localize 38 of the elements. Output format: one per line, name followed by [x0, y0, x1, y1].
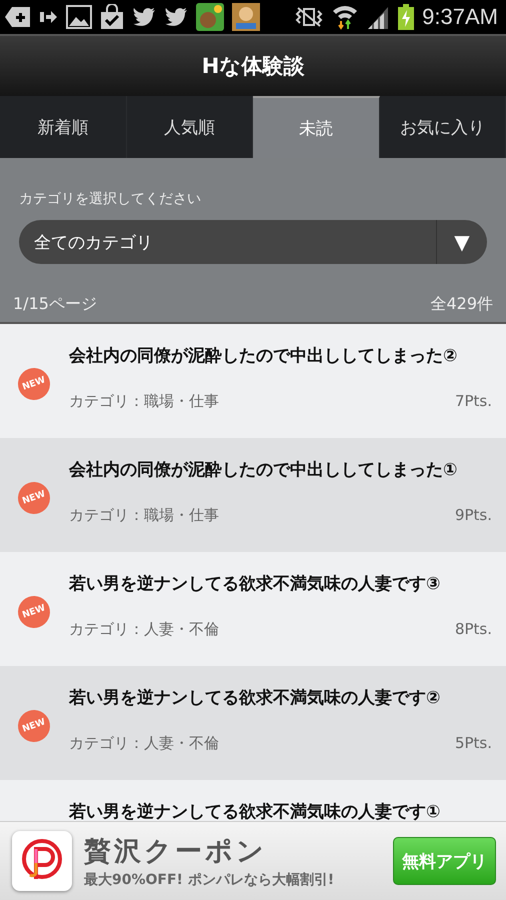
vibrate-mute-icon: [294, 6, 324, 28]
story-item[interactable]: NEW 会社内の同僚が泥酔したので中出ししてしまった① カテゴリ：職場・仕事 9Pts.: [0, 438, 506, 552]
bird-icon: [132, 7, 156, 27]
category-label: カテゴリを選択してください: [19, 190, 202, 208]
story-category: カテゴリ：人妻・不倫: [69, 734, 219, 753]
app-logo: [12, 831, 72, 891]
app-title: Hな体験談: [202, 53, 304, 80]
story-title: 若い男を逆ナンしてる欲求不満気味の人妻です①: [69, 801, 442, 822]
story-title: 若い男を逆ナンしてる欲求不満気味の人妻です②: [69, 687, 442, 709]
battery-icon: [398, 4, 414, 30]
category-dropdown[interactable]: 全てのカテゴリ ▼: [19, 220, 487, 264]
clock: 9:37AM: [422, 4, 498, 30]
total-count: 全429件: [430, 294, 493, 315]
bag-check-icon: [100, 4, 124, 30]
story-item[interactable]: NEW 若い男を逆ナンしてる欲求不満気味の人妻です② カテゴリ：人妻・不倫 5Pts.: [0, 666, 506, 780]
bird-icon: [164, 7, 188, 27]
story-points: 8Pts.: [454, 620, 492, 639]
wifi-icon: [332, 4, 358, 30]
story-category: カテゴリ：人妻・不倫: [69, 620, 219, 639]
ad-subtitle: 最大90%OFF! ポンパレなら大幅割引!: [84, 871, 336, 889]
story-points: 7Pts.: [454, 392, 492, 411]
tab[interactable]: 未読: [253, 96, 380, 158]
image-icon: [66, 5, 92, 29]
story-points: 9Pts.: [454, 506, 492, 525]
story-title: 会社内の同僚が泥酔したので中出ししてしまった②: [69, 345, 458, 367]
story-title: 会社内の同僚が泥酔したので中出ししてしまった①: [69, 459, 458, 481]
plus-icon: [4, 5, 32, 29]
app-icon: [232, 3, 260, 31]
ad-banner[interactable]: 贅沢クーポン 最大90%OFF! ポンパレなら大幅割引! 無料アプリ: [0, 821, 506, 900]
story-category: カテゴリ：職場・仕事: [69, 392, 219, 411]
ad-title: 贅沢クーポン: [84, 835, 268, 869]
page-indicator: 1/15ページ: [13, 294, 97, 315]
story-category: カテゴリ：職場・仕事: [69, 506, 219, 525]
signal-icon: [366, 5, 390, 29]
story-title: 若い男を逆ナンしてる欲求不満気味の人妻です③: [69, 573, 442, 595]
arrow-icon: [40, 10, 58, 24]
app-icon: [196, 3, 224, 31]
story-points: 5Pts.: [454, 734, 492, 753]
